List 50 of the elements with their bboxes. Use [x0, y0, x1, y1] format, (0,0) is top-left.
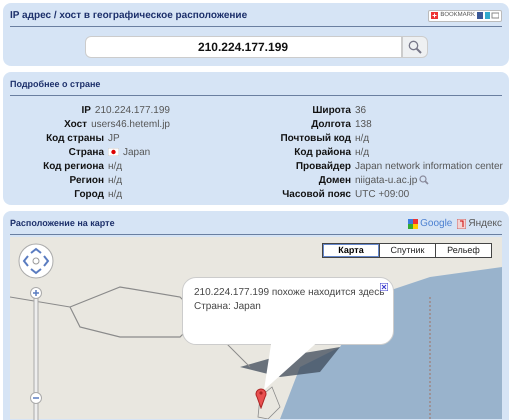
popup-text: Страна: Japan	[194, 300, 261, 314]
panel-title: Расположение на карте	[10, 216, 115, 230]
map-type-tab[interactable]: Рельеф	[435, 244, 491, 257]
field-label: Код региона	[42, 160, 105, 174]
panel-title: IP адрес / хост в географическое расположение	[10, 9, 248, 23]
field-value: users46.heteml.jp	[91, 118, 170, 132]
logo-icon	[457, 218, 466, 228]
field-value: н/д	[108, 188, 122, 202]
flag-icon	[108, 148, 119, 156]
search-icon	[408, 40, 422, 54]
popup-text: 210.224.177.199 похоже находится здесь	[194, 286, 384, 300]
field-label: Хост	[63, 118, 88, 132]
field-label: IP	[80, 104, 92, 118]
field-value: niigata-u.ac.jp	[355, 174, 418, 188]
field-label: Регион	[68, 174, 105, 188]
field-value: Japan network information center	[355, 160, 503, 174]
field-label: Город	[73, 188, 105, 202]
search-field[interactable]: 210.224.177.199	[84, 36, 402, 58]
search-icon[interactable]	[419, 175, 430, 185]
field-value: н/д	[355, 146, 370, 160]
zoom-slider-icon[interactable]	[30, 287, 42, 420]
field-value: 36	[355, 104, 366, 118]
panel-title: Подробнее о стране	[10, 79, 100, 89]
field-value: н/д	[108, 174, 122, 188]
field-label: Страна	[68, 146, 106, 160]
search-button[interactable]	[402, 36, 428, 58]
field-value: UTC +09:00	[355, 188, 410, 202]
field-value: JP	[108, 132, 120, 146]
share-icon	[477, 12, 499, 19]
field-value: Japan	[123, 146, 150, 160]
pan-control-icon[interactable]	[18, 243, 54, 279]
logo-icon	[408, 218, 418, 228]
field-label: Провайдер	[294, 160, 352, 174]
map-type-tab[interactable]: Карта	[323, 244, 379, 257]
field-label: Код района	[293, 146, 352, 160]
field-label: Домен	[318, 174, 352, 188]
map-pin-icon	[255, 387, 267, 409]
field-value: н/д	[355, 132, 370, 146]
field-label: Часовой пояс	[281, 188, 352, 202]
field-label: Широта	[311, 104, 352, 118]
field-value: 138	[355, 118, 372, 132]
field-value: н/д	[108, 160, 122, 174]
map-provider-link[interactable]: Яндекс	[457, 216, 502, 231]
field-label: Почтовый код	[279, 132, 352, 146]
field-value: 210.224.177.199	[94, 104, 170, 118]
map-type-tab[interactable]: Спутник	[379, 244, 435, 257]
plus-icon	[431, 12, 438, 19]
field-label: Код страны	[45, 132, 105, 146]
field-label: Долгота	[310, 118, 352, 132]
close-icon[interactable]	[380, 283, 388, 291]
